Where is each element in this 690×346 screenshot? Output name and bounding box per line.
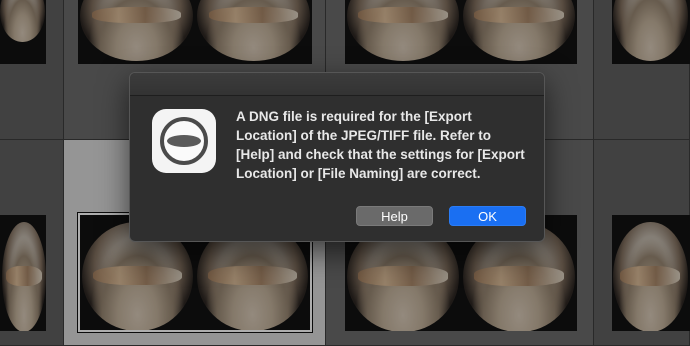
ok-button[interactable]: OK [449, 206, 526, 226]
help-button[interactable]: Help [356, 206, 433, 226]
app-icon [152, 109, 216, 173]
dialog-message: A DNG file is required for the [Export L… [236, 109, 525, 181]
lens-icon [160, 117, 208, 165]
alert-dialog: A DNG file is required for the [Export L… [129, 72, 545, 242]
dialog-titlebar [130, 73, 544, 96]
